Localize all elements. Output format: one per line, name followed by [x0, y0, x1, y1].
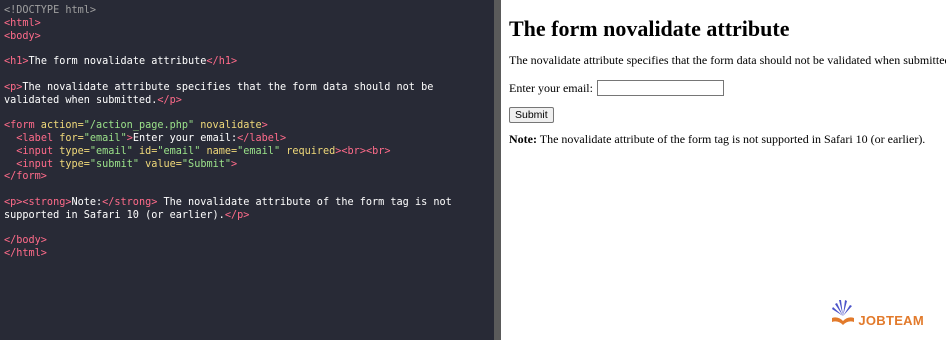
- html-open-token: <html>: [4, 17, 41, 29]
- body-close-token: </body>: [4, 235, 47, 247]
- p2-open-token: <p><strong>: [4, 196, 72, 208]
- input1-name-val-token: "email": [237, 145, 281, 157]
- doctype-token: <!DOCTYPE html>: [4, 5, 97, 16]
- code-line-label: <label for="email">Enter your email:</la…: [4, 133, 490, 146]
- h1-open-token: <h1>: [4, 56, 29, 68]
- code-line-p2: <p><strong>Note:</strong> The novalidate…: [4, 197, 490, 223]
- code-line-p1: <p>The novalidate attribute specifies th…: [4, 82, 490, 108]
- input1-end-token: ><br><br>: [335, 145, 391, 157]
- pane-resize-handle[interactable]: [494, 0, 501, 340]
- h1-close-token: </h1>: [206, 56, 238, 68]
- input2-value-val-token: "Submit": [181, 158, 231, 170]
- input2-tag-token: <input: [16, 158, 54, 170]
- input1-required-token: required: [280, 145, 336, 157]
- input1-type-attr-token: type=: [53, 145, 90, 157]
- input1-id-val-token: "email": [157, 145, 201, 157]
- jobteam-logo: JOBTEAM: [830, 296, 924, 328]
- p2-close-token: </p>: [224, 209, 250, 221]
- form-tag-end-token: >: [261, 120, 268, 132]
- form-close-token: </form>: [4, 171, 47, 183]
- logo-text: JOBTEAM: [858, 313, 924, 328]
- input1-id-attr-token: id=: [132, 145, 158, 157]
- code-line-doctype: <!DOCTYPE html>: [4, 5, 490, 18]
- input1-type-val-token: "email": [89, 145, 133, 157]
- code-line-form-open: <form action="/action_page.php" novalida…: [4, 120, 490, 133]
- input2-type-val-token: "submit": [89, 158, 139, 170]
- note-text: The novalidate attribute of the form tag…: [536, 132, 926, 146]
- p2-strong-close-token: </strong>: [102, 196, 158, 208]
- email-input[interactable]: [596, 80, 724, 96]
- code-editor[interactable]: <!DOCTYPE html> <html> <body> <h1>The fo…: [0, 0, 494, 340]
- input2-end-token: >: [231, 158, 238, 170]
- preview-description: The novalidate attribute specifies that …: [509, 53, 946, 67]
- input2-value-attr-token: value=: [138, 158, 182, 170]
- code-line-input-submit: <input type="submit" value="Submit">: [4, 159, 490, 172]
- p1-open-token: <p>: [4, 81, 23, 93]
- code-line-body-open: <body>: [4, 31, 490, 44]
- input1-name-attr-token: name=: [200, 145, 238, 157]
- label-open-token: <label: [16, 132, 54, 144]
- form-tag-token: <form: [4, 120, 35, 132]
- submit-button[interactable]: Submit: [509, 107, 554, 123]
- input1-tag-token: <input: [16, 145, 54, 157]
- form-novalidate-token: novalidate: [194, 120, 262, 132]
- code-line-form-close: </form>: [4, 171, 490, 184]
- label-for-attr-token: for=: [53, 132, 84, 144]
- label-for-val-token: "email": [83, 132, 127, 144]
- p2-strong-text-token: Note:: [71, 196, 103, 208]
- code-line-h1: <h1>The form novalidate attribute</h1>: [4, 56, 490, 69]
- preview-note: Note: The novalidate attribute of the fo…: [509, 132, 946, 147]
- label-close-token: </label>: [237, 132, 287, 144]
- p1-close-token: </p>: [157, 94, 182, 106]
- result-preview: The form novalidate attribute The novali…: [501, 0, 946, 340]
- input2-type-attr-token: type=: [53, 158, 90, 170]
- code-line-html-close: </html>: [4, 248, 490, 261]
- note-label: Note:: [509, 132, 537, 146]
- form-action-val-token: "/action_page.php": [83, 120, 195, 132]
- code-line-html-open: <html>: [4, 18, 490, 31]
- email-label: Enter your email:: [509, 80, 593, 95]
- submit-row: Submit: [509, 107, 946, 132]
- html-close-token: </html>: [4, 248, 47, 260]
- body-open-token: <body>: [4, 30, 41, 42]
- p1-text-token: The novalidate attribute specifies that …: [4, 81, 440, 106]
- code-line-body-close: </body>: [4, 235, 490, 248]
- form-action-attr-token: action=: [34, 120, 84, 132]
- book-leaves-icon: [832, 300, 855, 325]
- email-form-row: Enter your email:: [509, 80, 946, 96]
- preview-heading: The form novalidate attribute: [509, 16, 790, 41]
- code-line-input-email: <input type="email" id="email" name="ema…: [4, 146, 490, 159]
- label-text-token: Enter your email:: [132, 132, 238, 144]
- h1-text-token: The form novalidate attribute: [28, 56, 207, 68]
